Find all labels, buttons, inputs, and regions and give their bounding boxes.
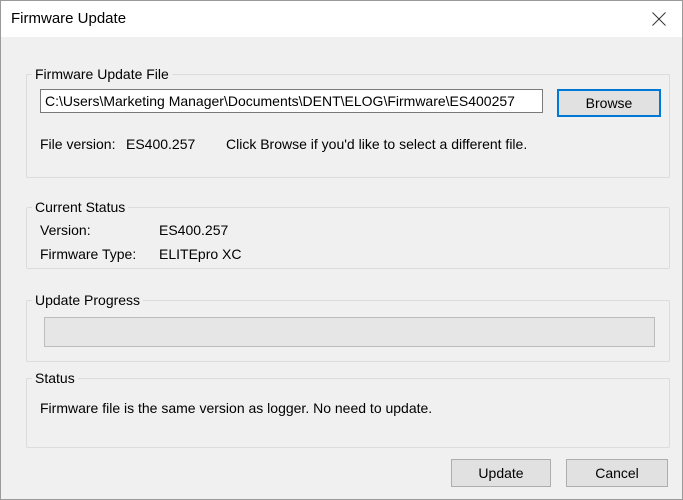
status-legend: Status bbox=[32, 370, 78, 386]
update-progress-legend: Update Progress bbox=[32, 292, 144, 308]
file-version-value: ES400.257 bbox=[126, 136, 196, 152]
firmware-type-value: ELITEpro XC bbox=[159, 246, 242, 262]
close-icon bbox=[652, 12, 666, 26]
current-status-legend: Current Status bbox=[32, 199, 129, 215]
title-bar: Firmware Update bbox=[1, 1, 682, 37]
firmware-update-file-legend: Firmware Update File bbox=[32, 66, 172, 82]
update-button[interactable]: Update bbox=[451, 459, 551, 487]
file-version-label: File version: bbox=[40, 136, 116, 152]
firmware-file-path-input[interactable] bbox=[40, 89, 543, 113]
close-button[interactable] bbox=[636, 1, 682, 37]
browse-button[interactable]: Browse bbox=[557, 89, 661, 117]
update-progress-bar bbox=[44, 317, 655, 347]
cancel-button[interactable]: Cancel bbox=[566, 459, 668, 487]
firmware-update-dialog: Firmware Update Firmware Update File Bro… bbox=[0, 0, 683, 500]
version-value: ES400.257 bbox=[159, 222, 229, 238]
firmware-type-label: Firmware Type: bbox=[40, 246, 137, 262]
browse-hint-text: Click Browse if you'd like to select a d… bbox=[226, 136, 528, 152]
window-title: Firmware Update bbox=[11, 10, 127, 27]
version-label: Version: bbox=[40, 222, 91, 238]
status-message: Firmware file is the same version as log… bbox=[40, 400, 433, 416]
